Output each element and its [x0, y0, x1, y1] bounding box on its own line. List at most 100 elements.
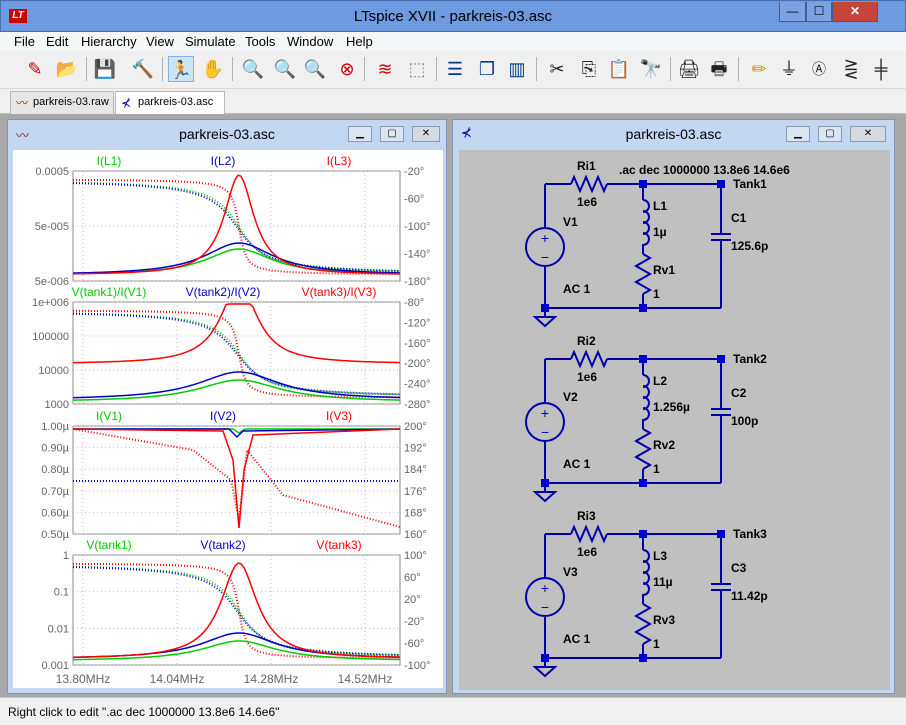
toolbar-separator	[738, 57, 739, 81]
junction-node	[541, 654, 549, 662]
resistor-icon[interactable]: ⋛	[838, 56, 864, 82]
menu-simulate[interactable]: Simulate	[185, 34, 236, 49]
paste-icon[interactable]: 📋	[606, 56, 632, 82]
close-button[interactable]: ✕	[832, 2, 878, 22]
window-title: LTspice XVII - parkreis-03.asc	[353, 8, 553, 25]
tab-asc[interactable]: ⊀ parkreis-03.asc	[115, 91, 225, 114]
label-net-icon[interactable]: Ⓐ	[806, 56, 832, 82]
v-value: AC 1	[563, 282, 591, 296]
tab-raw[interactable]: 〰 parkreis-03.raw	[10, 91, 114, 114]
ground-icon[interactable]: ⏚	[776, 56, 802, 82]
menu-window[interactable]: Window	[287, 34, 333, 49]
waveform-plot[interactable]: I(L1) I(L2) I(L3) 0.0005 5e-005 5e-006 -20° -60…	[13, 150, 443, 688]
right-tick-label: 60°	[404, 572, 421, 584]
junction-node	[639, 355, 647, 363]
menu-help[interactable]: Help	[346, 34, 373, 49]
menu-tools[interactable]: Tools	[245, 34, 275, 49]
resistor-rv	[633, 603, 653, 645]
close-button[interactable]: ✕	[850, 126, 886, 142]
control-panel-icon[interactable]: 🔨	[130, 56, 156, 82]
tile-vertical-icon[interactable]: ▥	[504, 56, 530, 82]
open-icon[interactable]: 📂	[54, 56, 80, 82]
maximize-button[interactable]: ☐	[806, 2, 832, 22]
maximize-button[interactable]: ▢	[380, 126, 404, 142]
maximize-button[interactable]: ▢	[818, 126, 842, 142]
l-value: 1µ	[653, 225, 667, 239]
capacitor-icon[interactable]: ╪	[868, 56, 894, 82]
menu-bar: File Edit Hierarchy View Simulate Tools …	[0, 32, 906, 51]
rv-value: 1	[653, 287, 660, 301]
halt-icon[interactable]: ✋	[200, 56, 226, 82]
save-icon[interactable]: 💾	[92, 56, 118, 82]
left-tick-label: 0.01	[48, 623, 69, 635]
run-icon[interactable]: 🏃	[168, 56, 194, 82]
menu-view[interactable]: View	[146, 34, 174, 49]
tile-horizontal-icon[interactable]: ☰	[442, 56, 468, 82]
x-tick-label: 14.52MHz	[338, 672, 393, 686]
minus-sign: −	[541, 424, 549, 440]
right-tick-label: 168°	[404, 507, 427, 519]
zoom-cancel-icon[interactable]: ⊗	[334, 56, 360, 82]
left-tick-label: 0.80µ	[41, 464, 69, 476]
copy-icon[interactable]: ⎘	[576, 56, 602, 82]
net-label: Tank3	[733, 527, 767, 541]
junction-node	[639, 530, 647, 538]
right-tick-label: -80°	[404, 297, 424, 309]
v-label: V2	[563, 390, 578, 404]
zoom-in-icon[interactable]: 🔍	[240, 56, 266, 82]
right-tick-label: -240°	[404, 379, 430, 391]
minimize-button[interactable]: ▁	[786, 126, 810, 142]
right-tick-label: -120°	[404, 317, 430, 329]
junction-node	[541, 479, 549, 487]
right-tick-label: -20°	[404, 166, 424, 178]
rv-label: Rv2	[653, 438, 675, 452]
fit-icon[interactable]: ⬚	[404, 56, 430, 82]
schematic-drawing[interactable]: .ac dec 1000000 13.8e6 14.6e6 + − Ri1 1e6 V1 A…	[459, 150, 890, 690]
print-icon[interactable]: 🖶	[706, 56, 732, 82]
plus-sign: +	[541, 580, 549, 596]
mdi-client-area: 〰 parkreis-03.asc ▁ ▢ ✕ I(L1) I(L2) I(L3) 0…	[0, 114, 906, 697]
find-icon[interactable]: 🔭	[638, 56, 664, 82]
menu-hierarchy[interactable]: Hierarchy	[81, 34, 137, 49]
cut-icon[interactable]: ✂	[544, 56, 570, 82]
draw-wire-icon[interactable]: ✏	[746, 56, 772, 82]
trace-label: I(L2)	[211, 154, 236, 168]
autorange-icon[interactable]: ≋	[372, 56, 398, 82]
right-tick-label: 200°	[404, 421, 427, 433]
tab-label: parkreis-03.asc	[138, 96, 214, 108]
junction-node	[717, 530, 725, 538]
minimize-button[interactable]: —	[779, 2, 806, 22]
right-tick-label: 192°	[404, 443, 427, 455]
v-label: V1	[563, 215, 578, 229]
menu-file[interactable]: File	[14, 34, 35, 49]
plot-area[interactable]: I(L1) I(L2) I(L3) 0.0005 5e-005 5e-006 -20° -60…	[13, 150, 443, 688]
title-bar: LT LTspice XVII - parkreis-03.asc — ☐ ✕	[0, 0, 906, 32]
pan-icon[interactable]: 🔍	[272, 56, 298, 82]
plus-sign: +	[541, 405, 549, 421]
minus-sign: −	[541, 249, 549, 265]
ground-symbol	[532, 666, 558, 678]
tab-label: parkreis-03.raw	[33, 96, 109, 108]
left-tick-label: 5e-006	[35, 276, 69, 288]
print-setup-icon[interactable]: 🖨	[676, 56, 702, 82]
rv-label: Rv3	[653, 613, 675, 627]
minimize-button[interactable]: ▁	[348, 126, 372, 142]
junction-node	[639, 304, 647, 312]
l-value: 1.256µ	[653, 400, 690, 414]
cascade-icon[interactable]: ❐	[474, 56, 500, 82]
zoom-out-icon[interactable]: 🔍	[302, 56, 328, 82]
junction-node	[639, 479, 647, 487]
menu-edit[interactable]: Edit	[46, 34, 68, 49]
junction-node	[541, 304, 549, 312]
resistor-rv	[633, 253, 653, 295]
new-schematic-icon[interactable]: ✎	[22, 56, 48, 82]
right-tick-label: -60°	[404, 194, 424, 206]
close-button[interactable]: ✕	[412, 126, 440, 142]
toolbar-separator	[86, 57, 87, 81]
trace-label: I(V3)	[326, 409, 352, 423]
left-tick-label: 1.00µ	[41, 421, 69, 433]
schematic-canvas[interactable]: .ac dec 1000000 13.8e6 14.6e6 + − Ri1 1e6 V1 A…	[459, 150, 890, 690]
left-tick-label: 0.001	[41, 660, 69, 672]
rv-value: 1	[653, 637, 660, 651]
toolbar-separator	[436, 57, 437, 81]
